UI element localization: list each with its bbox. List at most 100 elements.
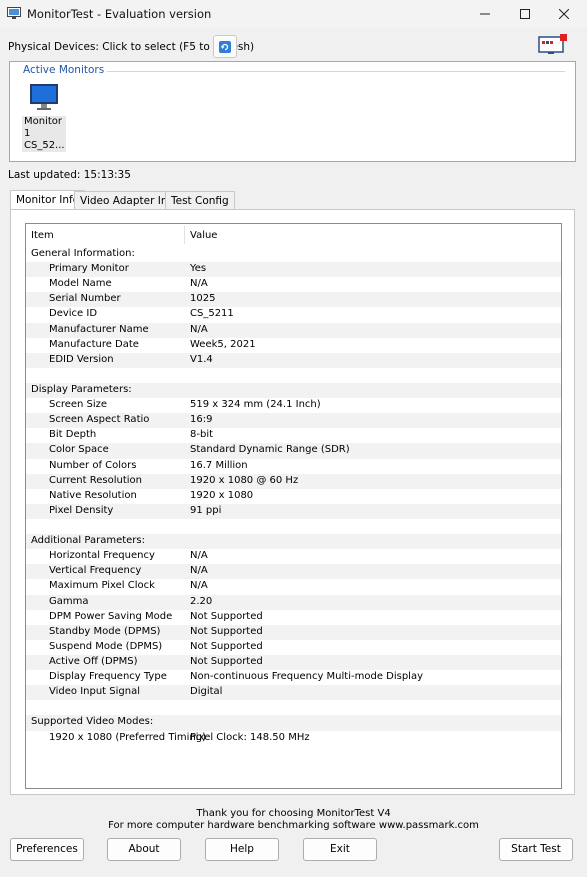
table-row[interactable]: EDID Version V1.4 [26,352,561,368]
table-row[interactable]: Color Space Standard Dynamic Range (SDR) [26,443,561,459]
row-value: Not Supported [190,610,263,622]
row-value: N/A [190,565,208,577]
table-row[interactable]: Pixel Density 91 ppi [26,503,561,519]
section-header-row[interactable]: General Information: [26,247,561,262]
monitor-info-pane: Item Value General Information: Primary M… [10,209,575,795]
monitor-icon [30,84,58,114]
row-item: Color Space [49,444,109,456]
tab-test-config[interactable]: Test Config [165,191,235,210]
row-item: Vertical Frequency [49,565,142,577]
row-value: Not Supported [190,640,263,652]
preferences-button[interactable]: Preferences [10,838,84,861]
thank-you-text: Thank you for choosing MonitorTest V4 [196,808,391,819]
table-row[interactable]: Manufacture Date Week5, 2021 [26,338,561,353]
close-button[interactable] [541,0,587,28]
start-test-button[interactable]: Start Test [499,838,573,861]
table-row[interactable]: Current Resolution 1920 x 1080 @ 60 Hz [26,473,561,489]
row-value: CS_5211 [190,308,234,320]
row-item: Manufacturer Name [49,323,149,335]
section-header-row[interactable]: Display Parameters: [26,382,561,399]
table-row[interactable]: Device ID CS_5211 [26,307,561,322]
row-item: Screen Size [49,399,108,411]
monitor-info-list[interactable]: Item Value General Information: Primary M… [25,223,562,789]
row-value: 2.20 [190,595,213,607]
last-updated-text: Last updated: 15:13:35 [8,169,131,181]
row-item: Number of Colors [49,459,137,471]
active-monitors-title: Active Monitors [20,64,108,76]
row-item: Horizontal Frequency [49,550,155,562]
refresh-button[interactable] [213,35,237,58]
table-row[interactable]: Vertical Frequency N/A [26,564,561,580]
app-monitor-icon [7,7,21,23]
table-row[interactable]: Video Input Signal Digital [26,685,561,701]
row-item: Model Name [49,278,112,290]
row-value: Standard Dynamic Range (SDR) [190,444,350,456]
row-value: 16.7 Million [190,459,248,471]
row-value: N/A [190,580,208,592]
table-row[interactable]: Number of Colors 16.7 Million [26,459,561,474]
row-value: V1.4 [190,353,213,365]
column-header-value[interactable]: Value [190,230,217,241]
table-row[interactable]: Suspend Mode (DPMS) Not Supported [26,640,561,655]
row-item: Device ID [49,308,98,320]
active-monitors-panel: Active Monitors Monitor 1 CS_52... [9,61,576,162]
row-item: Active Off (DPMS) [49,655,138,667]
table-row[interactable]: Primary Monitor Yes [26,262,561,278]
table-row[interactable]: Manufacturer Name N/A [26,322,561,338]
table-row[interactable] [26,368,561,383]
table-row[interactable]: Active Off (DPMS) Not Supported [26,654,561,671]
row-value: 1025 [190,293,216,305]
row-item: Current Resolution [49,474,142,486]
row-item: EDID Version [49,353,114,365]
table-row[interactable] [26,700,561,715]
title-bar: MonitorTest - Evaluation version [0,0,587,28]
monitor-1-item[interactable]: Monitor 1 CS_52... [22,84,66,152]
monitor-name: Monitor 1 [24,116,63,139]
row-value: 91 ppi [190,504,222,516]
column-header-item[interactable]: Item [31,230,54,241]
table-row[interactable]: Screen Aspect Ratio 16:9 [26,413,561,429]
row-item: 1920 x 1080 (Preferred Timing) [49,731,207,743]
row-item: Bit Depth [49,429,97,441]
row-item: Maximum Pixel Clock [49,580,155,592]
row-value: N/A [190,550,208,562]
section-header-row[interactable]: Supported Video Modes: [26,715,561,731]
row-item: Supported Video Modes: [31,716,154,728]
table-row[interactable]: Horizontal Frequency N/A [26,549,561,564]
table-row[interactable]: Model Name N/A [26,277,561,292]
table-row[interactable]: Screen Size 519 x 324 mm (24.1 Inch) [26,398,561,413]
table-row[interactable]: DPM Power Saving Mode Not Supported [26,610,561,625]
table-row[interactable]: Display Frequency Type Non-continuous Fre… [26,670,561,685]
row-item: Suspend Mode (DPMS) [49,640,163,652]
row-value: Non-continuous Frequency Multi-mode Disp… [190,671,424,683]
row-item: Display Frequency Type [49,671,167,683]
row-value: 519 x 324 mm (24.1 Inch) [190,399,321,411]
row-value: Yes [190,263,207,275]
row-item: Manufacture Date [49,338,139,350]
row-value: Pixel Clock: 148.50 MHz [190,731,310,743]
section-header-row[interactable]: Additional Parameters: [26,534,561,550]
row-value: 16:9 [190,414,213,426]
passmark-link-text: For more computer hardware benchmarking … [108,820,479,831]
row-value: N/A [190,323,208,335]
row-item: General Information: [31,248,135,259]
help-button[interactable]: Help [205,838,279,861]
row-item: Serial Number [49,293,121,305]
table-row[interactable]: Maximum Pixel Clock N/A [26,579,561,594]
list-rows: General Information: Primary Monitor Yes Mo… [26,247,561,746]
row-item: Screen Aspect Ratio [49,414,150,426]
about-button[interactable]: About [107,838,181,861]
exit-button[interactable]: Exit [303,838,377,861]
table-row[interactable]: 1920 x 1080 (Preferred Timing) Pixel Cloc… [26,731,561,746]
table-row[interactable]: Bit Depth 8-bit [26,428,561,443]
row-value: 8-bit [190,429,214,441]
table-row[interactable]: Gamma 2.20 [26,594,561,610]
table-row[interactable]: Native Resolution 1920 x 1080 [26,489,561,504]
row-value: Not Supported [190,655,263,667]
table-row[interactable]: Serial Number 1025 [26,292,561,308]
row-item: Pixel Density [49,504,114,516]
table-row[interactable] [26,519,561,534]
row-item: Video Input Signal [49,686,140,698]
table-row[interactable]: Standby Mode (DPMS) Not Supported [26,624,561,640]
row-item: Standby Mode (DPMS) [49,625,161,637]
